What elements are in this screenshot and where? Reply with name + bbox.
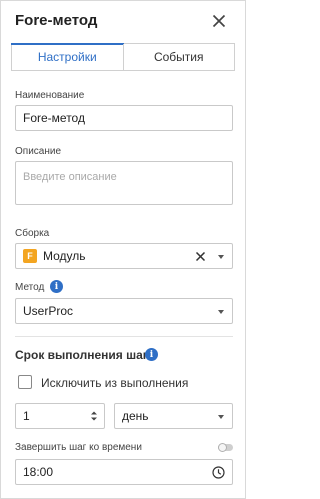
- time-input[interactable]: 18:00: [15, 459, 233, 485]
- toggle-knob: [218, 443, 227, 452]
- description-placeholder: Введите описание: [23, 171, 117, 183]
- name-label: Наименование: [15, 90, 85, 101]
- assembly-label: Сборка: [15, 228, 50, 239]
- unit-value: день: [122, 409, 149, 423]
- panel-header: Fore-метод: [1, 1, 245, 43]
- module-icon: F: [23, 249, 37, 263]
- info-icon[interactable]: i: [50, 280, 63, 293]
- unit-select[interactable]: день: [114, 403, 233, 429]
- chevron-down-icon[interactable]: [218, 310, 224, 314]
- description-label: Описание: [15, 146, 62, 157]
- chevron-down-icon[interactable]: [218, 415, 224, 419]
- close-button[interactable]: [209, 11, 229, 31]
- clock-icon[interactable]: [212, 466, 225, 479]
- section-title-step-time: Срок выполнения шага: [15, 348, 155, 362]
- finish-label: Завершить шаг ко времени: [15, 442, 142, 453]
- name-value: Fore-метод: [23, 111, 85, 125]
- time-value: 18:00: [23, 465, 54, 479]
- method-label: Метод: [15, 282, 45, 293]
- description-input[interactable]: Введите описание: [15, 161, 233, 205]
- assembly-value: Модуль: [43, 249, 86, 263]
- method-value: UserProc: [23, 304, 74, 318]
- exclude-label: Исключить из выполнения: [41, 376, 189, 390]
- chevron-down-icon[interactable]: [218, 255, 224, 259]
- tab-bar: Настройки События: [11, 43, 235, 71]
- method-select[interactable]: UserProc: [15, 298, 233, 324]
- exclude-checkbox[interactable]: [18, 375, 32, 389]
- assembly-select[interactable]: F Модуль: [15, 243, 233, 269]
- name-input[interactable]: Fore-метод: [15, 105, 233, 131]
- tab-events[interactable]: События: [122, 44, 235, 70]
- tab-settings[interactable]: Настройки: [11, 43, 123, 70]
- panel-title: Fore-метод: [15, 12, 98, 29]
- info-icon[interactable]: i: [145, 348, 158, 361]
- spinner-icon[interactable]: [90, 410, 98, 422]
- step-settings-panel: Fore-метод Настройки События Наименовани…: [0, 0, 246, 499]
- clear-icon[interactable]: [195, 251, 206, 262]
- finish-toggle[interactable]: [218, 443, 233, 452]
- divider: [15, 336, 233, 337]
- amount-stepper[interactable]: 1: [15, 403, 105, 429]
- amount-value: 1: [23, 409, 30, 423]
- close-icon: [212, 14, 226, 28]
